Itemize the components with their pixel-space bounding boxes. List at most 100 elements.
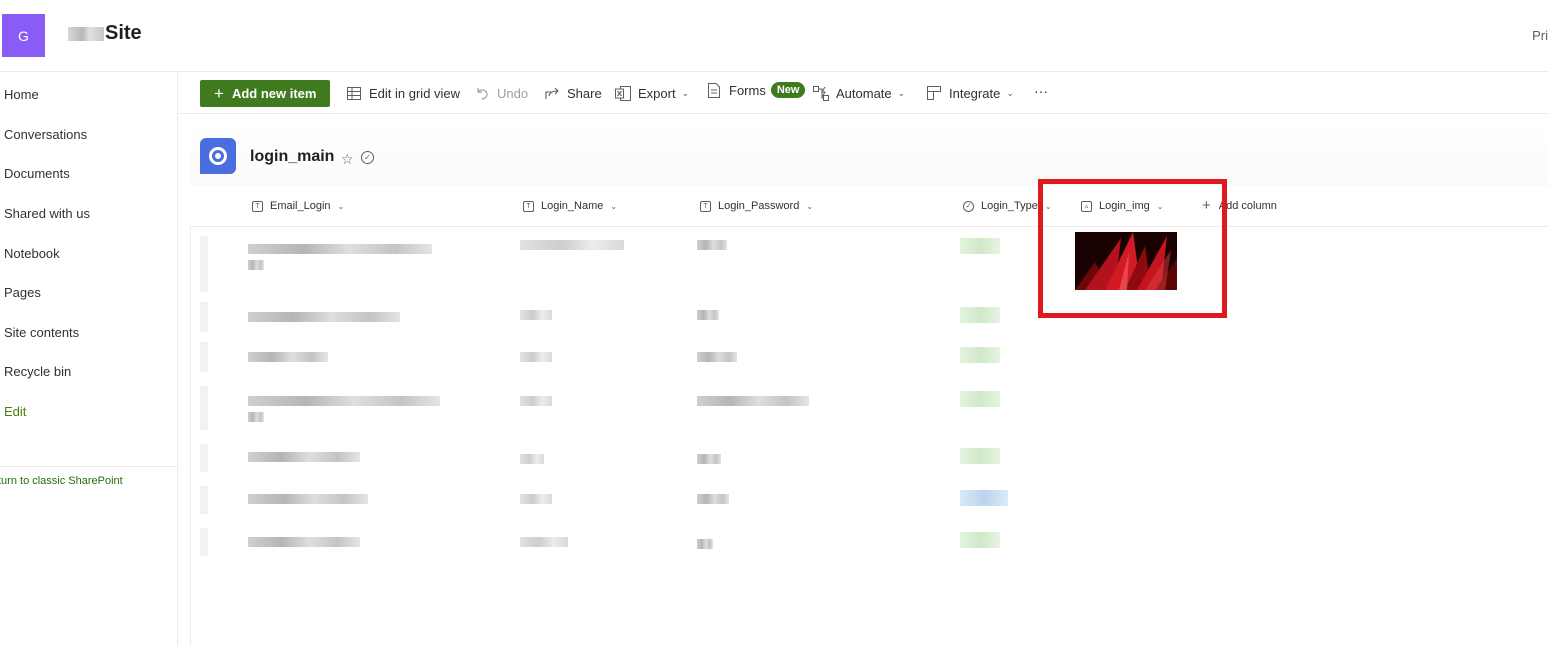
table-row[interactable] — [200, 528, 1548, 558]
login-type-pill — [960, 347, 1000, 363]
nav-item-documents[interactable]: Documents — [4, 166, 70, 181]
column-header-login-name[interactable]: T Login_Name ⌄ — [523, 200, 617, 212]
chevron-down-icon: ⌄ — [897, 87, 906, 98]
share-icon — [544, 85, 560, 101]
redacted-name — [520, 310, 552, 320]
row-selector[interactable] — [200, 342, 208, 372]
chevron-down-icon: ⌄ — [681, 87, 690, 98]
column-header-label: Login_Type — [981, 200, 1038, 212]
forms-label: Forms — [729, 82, 766, 98]
nav-edit-link[interactable]: Edit — [4, 404, 26, 419]
nav-item-recycle-bin[interactable]: Recycle bin — [4, 364, 71, 379]
export-button[interactable]: Export ⌄ — [615, 85, 689, 101]
column-header-label: Email_Login — [270, 200, 331, 212]
undo-button[interactable]: Undo — [474, 85, 528, 101]
add-column-label: Add column — [1218, 199, 1277, 212]
share-button[interactable]: Share — [544, 85, 602, 101]
undo-icon — [474, 85, 490, 101]
nav-item-home[interactable]: Home — [4, 87, 39, 102]
command-bar: + Add new item Edit in grid view Undo Sh… — [178, 73, 1548, 114]
redacted-email — [248, 396, 440, 406]
login-type-pill — [960, 490, 1008, 506]
redacted-email — [248, 312, 400, 322]
nav-item-notebook[interactable]: Notebook — [4, 246, 60, 261]
redacted-email — [248, 537, 360, 547]
edit-grid-view-label: Edit in grid view — [369, 85, 461, 101]
site-logo[interactable]: G — [2, 14, 45, 57]
integrate-button[interactable]: Integrate ⌄ — [926, 85, 1014, 101]
add-new-item-button[interactable]: + Add new item — [200, 80, 330, 107]
forms-icon — [706, 82, 722, 98]
login-type-pill — [960, 532, 1000, 548]
row-selector[interactable] — [200, 528, 208, 556]
table-row[interactable] — [200, 486, 1548, 516]
left-navigation: Home Conversations Documents Shared with… — [0, 73, 178, 646]
table-row[interactable] — [200, 236, 1548, 294]
text-column-icon: T — [252, 200, 263, 212]
table-row[interactable] — [200, 386, 1548, 432]
integrate-icon — [926, 85, 942, 101]
return-to-classic-link[interactable]: turn to classic SharePoint — [0, 475, 123, 487]
chevron-down-icon: ⌄ — [337, 201, 345, 211]
automate-button[interactable]: Automate ⌄ — [813, 85, 905, 101]
table-row[interactable] — [200, 342, 1548, 374]
redacted-email — [248, 244, 432, 254]
favorite-star-icon[interactable]: ☆ — [341, 151, 354, 168]
site-title: Site — [105, 22, 142, 44]
redacted-email-line2 — [248, 260, 264, 270]
column-header-email-login[interactable]: T Email_Login ⌄ — [252, 200, 344, 212]
more-options-button[interactable]: ··· — [1034, 83, 1048, 99]
chevron-down-icon: ⌄ — [610, 201, 618, 211]
redacted-name — [520, 396, 552, 406]
redacted-password — [697, 310, 719, 320]
text-column-icon: T — [523, 200, 534, 212]
list-icon-ring — [209, 147, 227, 165]
site-title-redacted — [68, 26, 104, 41]
redacted-password — [697, 539, 713, 549]
share-label: Share — [567, 85, 602, 101]
content-left-border — [190, 227, 191, 646]
chevron-down-icon: ⌄ — [806, 201, 814, 211]
redacted-email — [248, 452, 360, 462]
export-label: Export — [638, 85, 676, 101]
login-type-pill — [960, 448, 1000, 464]
redacted-email — [248, 494, 368, 504]
automate-label: Automate — [836, 85, 892, 101]
row-selector[interactable] — [200, 486, 208, 514]
redacted-email-line2 — [248, 412, 264, 422]
nav-item-pages[interactable]: Pages — [4, 285, 41, 300]
row-selector[interactable] — [200, 302, 208, 332]
list-title[interactable]: login_main — [250, 148, 334, 166]
grid-icon — [346, 85, 362, 101]
nav-divider — [0, 466, 178, 467]
column-header-label: Login_Name — [541, 200, 604, 212]
header-right-text[interactable]: Pri — [1532, 28, 1548, 43]
login-type-pill — [960, 238, 1000, 254]
column-header-label: Login_Password — [718, 200, 800, 212]
integrate-label: Integrate — [949, 85, 1001, 101]
list-header: login_main ☆ ✓ — [190, 124, 1548, 186]
redacted-name — [520, 240, 624, 250]
forms-button[interactable]: Forms New — [706, 82, 806, 98]
list-icon-dot — [215, 153, 221, 159]
edit-grid-view-button[interactable]: Edit in grid view — [346, 85, 460, 101]
row-selector[interactable] — [200, 386, 208, 430]
login-type-pill — [960, 391, 1000, 407]
redacted-name — [520, 454, 544, 464]
site-title-wrap[interactable]: Site — [68, 22, 142, 45]
excel-icon — [615, 85, 631, 101]
redacted-password — [697, 396, 809, 406]
undo-label: Undo — [497, 85, 529, 101]
table-row[interactable] — [200, 302, 1548, 334]
nav-item-site-contents[interactable]: Site contents — [4, 325, 79, 340]
row-selector[interactable] — [200, 236, 208, 292]
check-circle-icon[interactable]: ✓ — [361, 151, 374, 164]
nav-item-shared-with-us[interactable]: Shared with us — [4, 206, 90, 221]
table-row[interactable] — [200, 444, 1548, 474]
redacted-name — [520, 537, 568, 547]
nav-item-conversations[interactable]: Conversations — [4, 127, 87, 142]
choice-column-icon: ✓ — [963, 200, 974, 212]
column-header-login-password[interactable]: T Login_Password ⌄ — [700, 200, 813, 212]
row-selector[interactable] — [200, 444, 208, 472]
login-type-pill — [960, 307, 1000, 323]
